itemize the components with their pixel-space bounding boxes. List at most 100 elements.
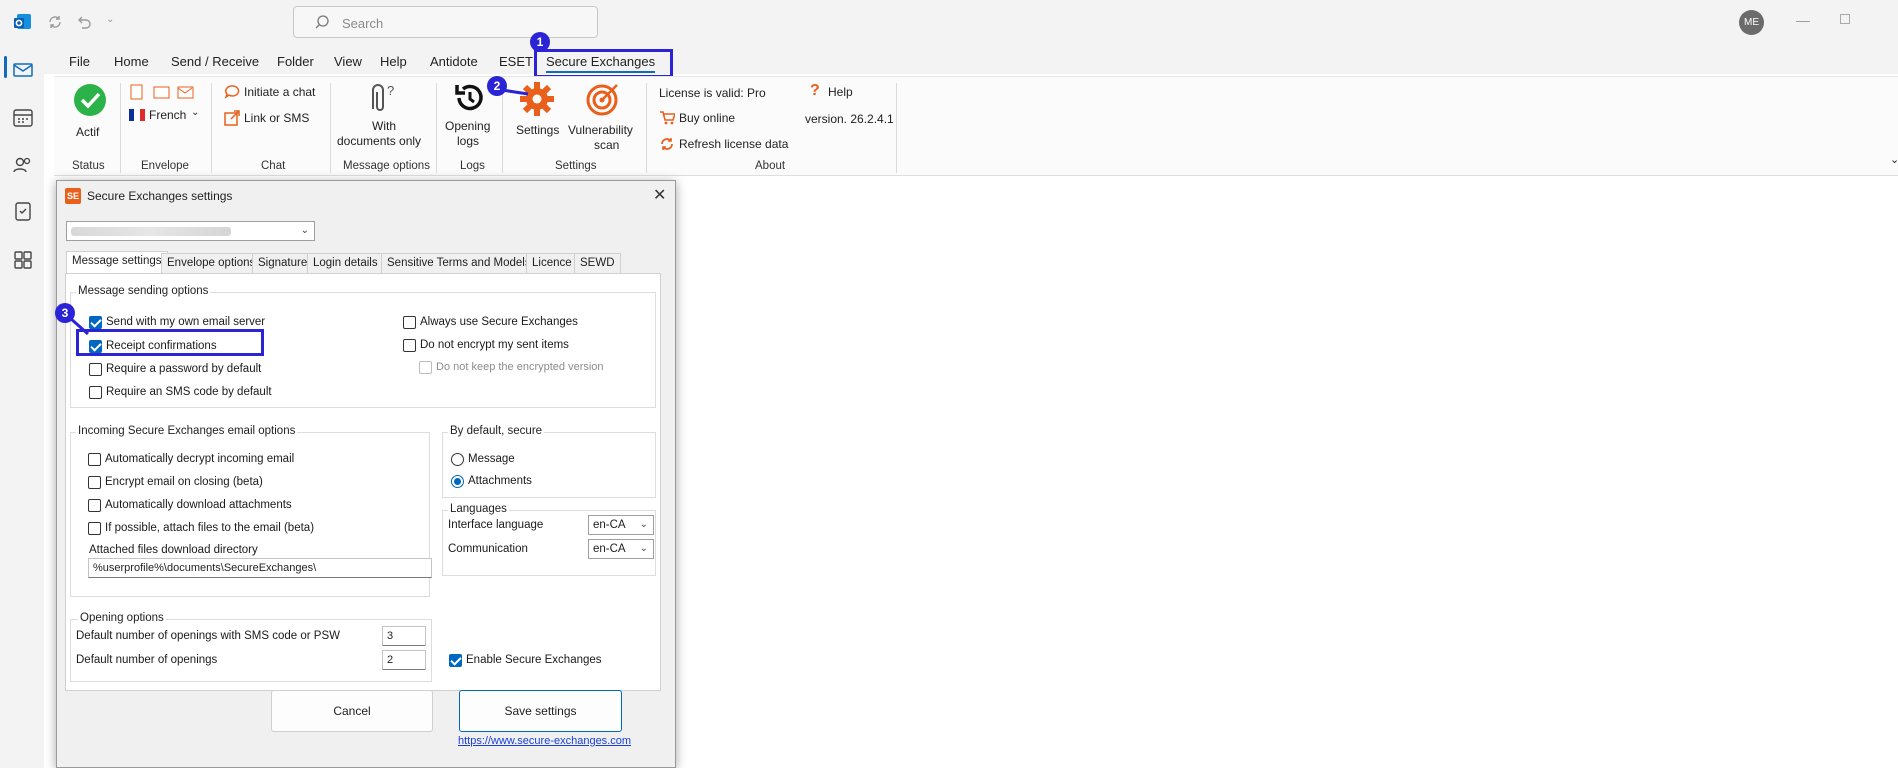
people-icon[interactable]	[12, 154, 34, 176]
tab-signature[interactable]: Signature	[252, 253, 314, 273]
openings-input[interactable]: 2	[382, 650, 426, 670]
target-icon	[586, 84, 618, 116]
history-icon	[455, 84, 483, 111]
sms-checkbox[interactable]	[89, 386, 102, 399]
calendar-icon[interactable]	[12, 107, 34, 129]
version-text: version. 26.2.4.1	[805, 112, 894, 126]
communication-label: Communication	[448, 543, 528, 555]
title-bar: ⌄ Search ME —	[0, 0, 1898, 44]
attach-files-label: If possible, attach files to the email (…	[105, 522, 315, 534]
sms-label: Require an SMS code by default	[106, 386, 272, 398]
tasks-icon[interactable]	[12, 200, 34, 222]
paperclip-question-icon: ?	[372, 83, 394, 111]
dialog-title: Secure Exchanges settings	[87, 189, 233, 203]
tab-folder[interactable]: Folder	[277, 54, 314, 69]
enable-checkbox[interactable]	[449, 654, 462, 667]
avatar[interactable]: ME	[1739, 10, 1764, 35]
app-rail	[0, 44, 44, 768]
message-radio-label: Message	[468, 453, 515, 465]
group-separator	[120, 83, 121, 173]
opening-logs-line2: logs	[457, 134, 480, 148]
group-status-label: Status	[72, 160, 105, 172]
undo-icon[interactable]	[75, 13, 93, 34]
initiate-chat-label: Initiate a chat	[244, 85, 316, 99]
callout-arrow-3	[69, 316, 89, 336]
vulnerability-scan-button[interactable]: Vulnerability scan	[568, 81, 638, 155]
help-label: Help	[828, 85, 853, 99]
message-radio[interactable]	[451, 453, 464, 466]
no-keep-label: Do not keep the encrypted version	[436, 361, 604, 373]
tab-sensitive-terms[interactable]: Sensitive Terms and Models	[381, 253, 537, 273]
vuln-line1: Vulnerability	[568, 123, 633, 137]
save-settings-button[interactable]: Save settings	[459, 690, 622, 732]
restore-button[interactable]	[1840, 14, 1850, 24]
customize-qat-icon[interactable]: ⌄	[106, 14, 114, 25]
auto-decrypt-checkbox[interactable]	[88, 453, 101, 466]
tab-send-receive[interactable]: Send / Receive	[171, 54, 259, 69]
group-settings-label: Settings	[555, 160, 597, 172]
always-use-checkbox[interactable]	[403, 316, 416, 329]
settings-label: Settings	[516, 123, 560, 137]
tab-sewd[interactable]: SEWD	[574, 253, 621, 273]
outlook-icon[interactable]	[14, 13, 32, 31]
tab-file[interactable]: File	[69, 54, 90, 69]
tab-licence[interactable]: Licence	[526, 253, 578, 273]
link-sms-label: Link or SMS	[244, 111, 310, 125]
default-secure-group	[442, 432, 656, 498]
sms-openings-input[interactable]: 3	[382, 626, 426, 646]
group-logs-label: Logs	[460, 160, 485, 172]
with-docs-line1: With	[372, 119, 396, 133]
download-dir-label: Attached files download directory	[89, 544, 258, 556]
communication-value: en-CA	[593, 543, 626, 555]
with-documents-only-button[interactable]: ? With documents only	[337, 81, 427, 155]
account-value-redacted	[71, 227, 231, 236]
website-link[interactable]: https://www.secure-exchanges.com	[458, 735, 631, 747]
opening-logs-button[interactable]: Opening logs	[443, 81, 495, 155]
interface-language-label: Interface language	[448, 519, 544, 531]
tab-view[interactable]: View	[334, 54, 362, 69]
default-secure-title: By default, secure	[448, 425, 545, 437]
tab-eset[interactable]: ESET	[499, 54, 533, 69]
tab-envelope-options[interactable]: Envelope options	[161, 253, 262, 273]
tab-message-settings[interactable]: Message settings	[66, 251, 168, 274]
collapse-ribbon-icon[interactable]: ⌄	[1890, 153, 1898, 166]
group-about-label: About	[755, 160, 786, 172]
sync-icon[interactable]	[46, 13, 64, 34]
encrypt-closing-checkbox[interactable]	[88, 476, 101, 489]
ribbon-tabs: File Home Send / Receive Folder View Hel…	[44, 44, 1898, 74]
account-dropdown[interactable]: ⌄	[66, 221, 315, 241]
tab-help[interactable]: Help	[380, 54, 407, 69]
tab-antidote[interactable]: Antidote	[430, 54, 478, 69]
tab-home[interactable]: Home	[114, 54, 149, 69]
minimize-button[interactable]: —	[1796, 12, 1810, 28]
envelope-icons[interactable]	[129, 84, 199, 103]
callout-arrow-2	[502, 88, 529, 96]
opening-options-group	[70, 619, 432, 682]
apps-icon[interactable]	[12, 249, 34, 271]
actif-label: Actif	[76, 125, 100, 139]
attachments-radio[interactable]	[451, 475, 464, 488]
actif-button[interactable]: Actif	[71, 83, 111, 153]
communication-select[interactable]: en-CA ⌄	[588, 539, 654, 559]
search-box[interactable]: Search	[293, 6, 598, 38]
cancel-button[interactable]: Cancel	[271, 690, 433, 732]
save-label: Save settings	[504, 704, 577, 718]
no-encrypt-checkbox[interactable]	[403, 339, 416, 352]
download-dir-input[interactable]: %userprofile%\documents\SecureExchanges\	[88, 558, 432, 578]
close-icon[interactable]: ✕	[653, 185, 666, 205]
auto-download-label: Automatically download attachments	[105, 499, 292, 511]
encrypt-closing-label: Encrypt email on closing (beta)	[105, 476, 263, 488]
mail-icon[interactable]	[12, 59, 34, 81]
password-checkbox[interactable]	[89, 363, 102, 376]
auto-decrypt-label: Automatically decrypt incoming email	[105, 453, 295, 465]
vuln-line2: scan	[594, 138, 620, 152]
interface-language-select[interactable]: en-CA ⌄	[588, 515, 654, 535]
auto-download-checkbox[interactable]	[88, 499, 101, 512]
sms-openings-label: Default number of openings with SMS code…	[76, 630, 340, 642]
attachments-radio-label: Attachments	[468, 475, 532, 487]
attach-files-checkbox[interactable]	[88, 522, 101, 535]
buy-online-label: Buy online	[679, 111, 736, 125]
tab-login-details[interactable]: Login details	[307, 253, 384, 273]
always-use-label: Always use Secure Exchanges	[420, 316, 578, 328]
callout-box-1	[534, 49, 673, 78]
